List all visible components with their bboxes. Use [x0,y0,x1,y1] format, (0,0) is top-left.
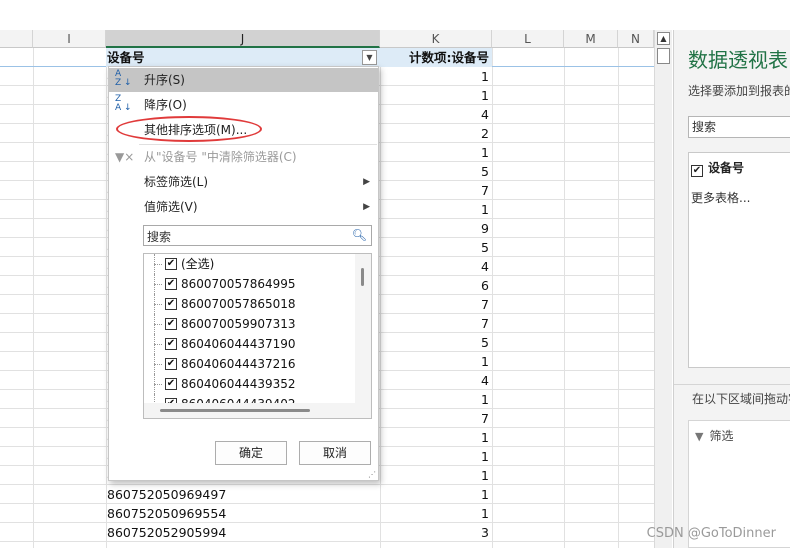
submenu-arrow-icon: ▶ [363,202,370,212]
list-item[interactable]: ✔ 860406044437190 [144,334,356,354]
cell-count[interactable]: 1 [380,390,492,409]
list-item-label: 860406044439352 [181,377,296,391]
checkbox-icon[interactable]: ✔ [165,298,177,310]
cell-count[interactable]: 1 [380,86,492,105]
more-tables-link[interactable]: 更多表格... [691,189,750,206]
pivot-row-label-header[interactable]: 设备号 [106,48,380,67]
watermark: CSDN @GoToDinner [646,526,776,541]
cancel-button[interactable]: 取消 [299,441,371,465]
table-row: 860752050969497 1 [0,485,654,504]
cell-count[interactable]: 1 [380,352,492,371]
menu-item-sort-descending[interactable]: ZA ↓ 降序(O) [109,93,378,117]
cell-count[interactable]: 5 [380,162,492,181]
cell-device-id[interactable]: 860752050969497 [106,485,380,504]
grid-vertical-scrollbar[interactable]: ▲ [654,30,672,548]
column-header-h[interactable] [0,30,33,48]
field-item-device[interactable]: ✔ 设备号 [691,159,744,177]
cell-count[interactable]: 7 [380,314,492,333]
list-horizontal-scrollbar[interactable] [144,403,371,418]
cell-count[interactable]: 1 [380,485,492,504]
cell-count[interactable]: 1 [380,200,492,219]
cell-count[interactable]: 2 [380,124,492,143]
resize-grip-icon[interactable]: ⋰ [368,470,376,479]
filter-value-list[interactable]: ✔ (全选) ✔ 860070057864995 ✔ 860070057865018 ✔ 86… [143,253,372,419]
filter-search-input[interactable]: 搜索 🔍︎ [143,225,372,246]
checkbox-icon[interactable]: ✔ [165,258,177,270]
pane-field-list: ✔ 设备号 更多表格... [688,152,790,368]
drag-hint-text: 在以下区域间拖动字 [692,392,790,406]
column-header-j[interactable]: J [106,30,380,48]
column-header-m[interactable]: M [564,30,618,48]
pane-search-input[interactable]: 搜索 [688,116,790,138]
cell-count[interactable]: 1 [380,504,492,523]
submenu-arrow-icon: ▶ [363,177,370,187]
sort-ascending-icon: AZ ↓ [115,69,132,88]
list-item[interactable]: ✔ 860406044439352 [144,374,356,394]
checkbox-icon[interactable]: ✔ [165,278,177,290]
list-item-label: 860406044437190 [181,337,296,351]
menu-item-label-filter[interactable]: 标签筛选(L) ▶ [109,170,378,194]
cell-count[interactable]: 4 [380,257,492,276]
checkbox-icon[interactable]: ✔ [165,318,177,330]
filter-funnel-icon: ▼ [695,430,704,443]
list-item[interactable]: ✔ 860070057864995 [144,274,356,294]
list-item[interactable]: ✔ 860070059907313 [144,314,356,334]
pivot-value-header[interactable]: 计数项:设备号 [380,48,492,67]
scroll-thumb[interactable] [657,48,670,64]
list-item-label: 860070057865018 [181,297,296,311]
pivot-fields-pane: 数据透视表 选择要添加到报表的 搜索 ✔ 设备号 更多表格... 在以下区域间拖动… [673,30,790,548]
list-vertical-scrollbar[interactable] [355,254,371,403]
list-item-label: 860406044437216 [181,357,296,371]
table-row: 860752050969554 1 [0,504,654,523]
column-header-l[interactable]: L [492,30,564,48]
pane-divider [674,384,790,385]
checkbox-icon[interactable]: ✔ [165,338,177,350]
cell-count[interactable]: 5 [380,333,492,352]
menu-item-clear-filter[interactable]: ▼× 从"设备号 "中清除筛选器(C) [109,145,378,169]
pane-subtitle: 选择要添加到报表的 [688,84,790,98]
ok-button[interactable]: 确定 [215,441,287,465]
cell-count[interactable]: 7 [380,409,492,428]
list-item[interactable]: ✔ (全选) [144,254,356,274]
clear-filter-icon: ▼× [115,150,135,164]
list-item-label: 860070059907313 [181,317,296,331]
column-header-k[interactable]: K [380,30,492,48]
cell-count[interactable]: 7 [380,295,492,314]
list-item[interactable]: ✔ 860070057865018 [144,294,356,314]
menu-item-value-filter[interactable]: 值筛选(V) ▶ [109,195,378,219]
list-item-label: (全选) [181,257,215,271]
scroll-up-icon[interactable]: ▲ [657,32,670,45]
cell-count[interactable]: 1 [380,143,492,162]
cell-device-id[interactable]: 860752052905994 [106,523,380,542]
checkbox-icon[interactable]: ✔ [165,378,177,390]
search-icon[interactable]: 🔍︎ [352,228,367,242]
pivot-header-row: 设备号 计数项:设备号 ▼ [0,48,654,67]
cell-count[interactable]: 4 [380,371,492,390]
cell-count[interactable]: 7 [380,181,492,200]
cell-count[interactable]: 1 [380,428,492,447]
checkbox-icon[interactable]: ✔ [165,358,177,370]
sort-descending-icon: ZA ↓ [115,94,132,113]
column-header-i[interactable]: I [33,30,106,48]
annotation-highlight-circle [116,116,262,142]
ribbon-strip [0,0,790,30]
cell-count[interactable]: 1 [380,466,492,485]
filter-dropdown-button[interactable]: ▼ [362,50,377,65]
list-item-label: 860070057864995 [181,277,296,291]
cell-count[interactable]: 1 [380,67,492,86]
cell-count[interactable]: 9 [380,219,492,238]
column-header-n[interactable]: N [618,30,654,48]
table-row: 860752052905994 3 [0,523,654,542]
checkbox-icon[interactable]: ✔ [691,165,703,177]
list-item[interactable]: ✔ 860406044437216 [144,354,356,374]
menu-item-sort-ascending[interactable]: AZ ↓ 升序(S) [109,68,378,92]
cell-device-id[interactable]: 860752050969554 [106,504,380,523]
cell-count[interactable]: 1 [380,447,492,466]
cell-count[interactable]: 4 [380,105,492,124]
pane-title: 数据透视表 [688,48,788,72]
cell-count[interactable]: 3 [380,523,492,542]
cell-count[interactable]: 6 [380,276,492,295]
cell-count[interactable]: 5 [380,238,492,257]
